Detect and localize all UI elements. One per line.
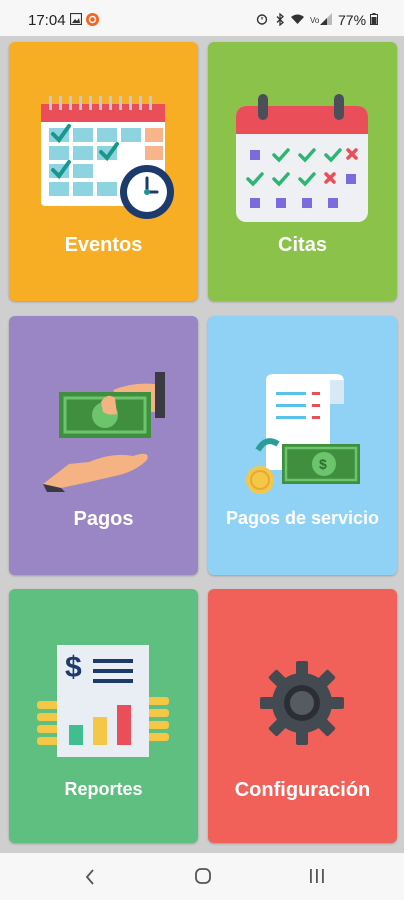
home-icon	[195, 868, 211, 884]
nav-back-button[interactable]	[60, 853, 120, 900]
tile-eventos[interactable]: Eventos	[9, 42, 198, 301]
gallery-icon	[70, 13, 82, 25]
tile-label: Citas	[278, 234, 327, 256]
nav-recents-button[interactable]	[287, 853, 347, 900]
back-icon	[85, 869, 94, 885]
tile-reportes[interactable]: $ Reportes	[9, 589, 198, 843]
hand-money-icon	[43, 372, 165, 492]
status-bar: 17:04 Vo 77%	[0, 0, 404, 36]
nav-home-button[interactable]	[173, 853, 233, 900]
calendar-checkmarks-icon	[236, 94, 368, 222]
tile-label: Reportes	[64, 779, 143, 799]
tile-pagos[interactable]: Pagos	[9, 316, 198, 575]
tile-label: Pagos	[73, 508, 134, 530]
report-chart-icon: $	[37, 645, 169, 757]
alarm-icon	[256, 14, 268, 25]
system-nav-bar	[0, 853, 404, 900]
bluetooth-icon	[276, 13, 284, 26]
gear-icon	[260, 661, 344, 745]
tile-configuracion[interactable]: Configuración	[208, 589, 397, 843]
tile-citas[interactable]: Citas	[208, 42, 397, 301]
battery-percent: 77%	[338, 12, 367, 28]
svg-text:Vo: Vo	[310, 16, 320, 25]
signal-icon: Vo	[310, 13, 332, 25]
wifi-icon	[291, 14, 304, 24]
bill-receipt-icon: $	[246, 374, 360, 494]
ubuntu-notification-icon	[86, 13, 99, 26]
calendar-clock-icon	[41, 96, 174, 219]
svg-text:$: $	[319, 456, 327, 472]
tile-label: Configuración	[234, 779, 371, 801]
tile-pagos-de-servicio[interactable]: $ Pagos de servicio	[208, 316, 397, 575]
tile-label: Pagos de servicio	[225, 508, 380, 528]
status-time: 17:04	[28, 12, 66, 29]
svg-text:$: $	[65, 651, 82, 684]
tile-label: Eventos	[64, 234, 143, 256]
recents-icon	[310, 869, 324, 883]
battery-icon	[370, 13, 378, 25]
